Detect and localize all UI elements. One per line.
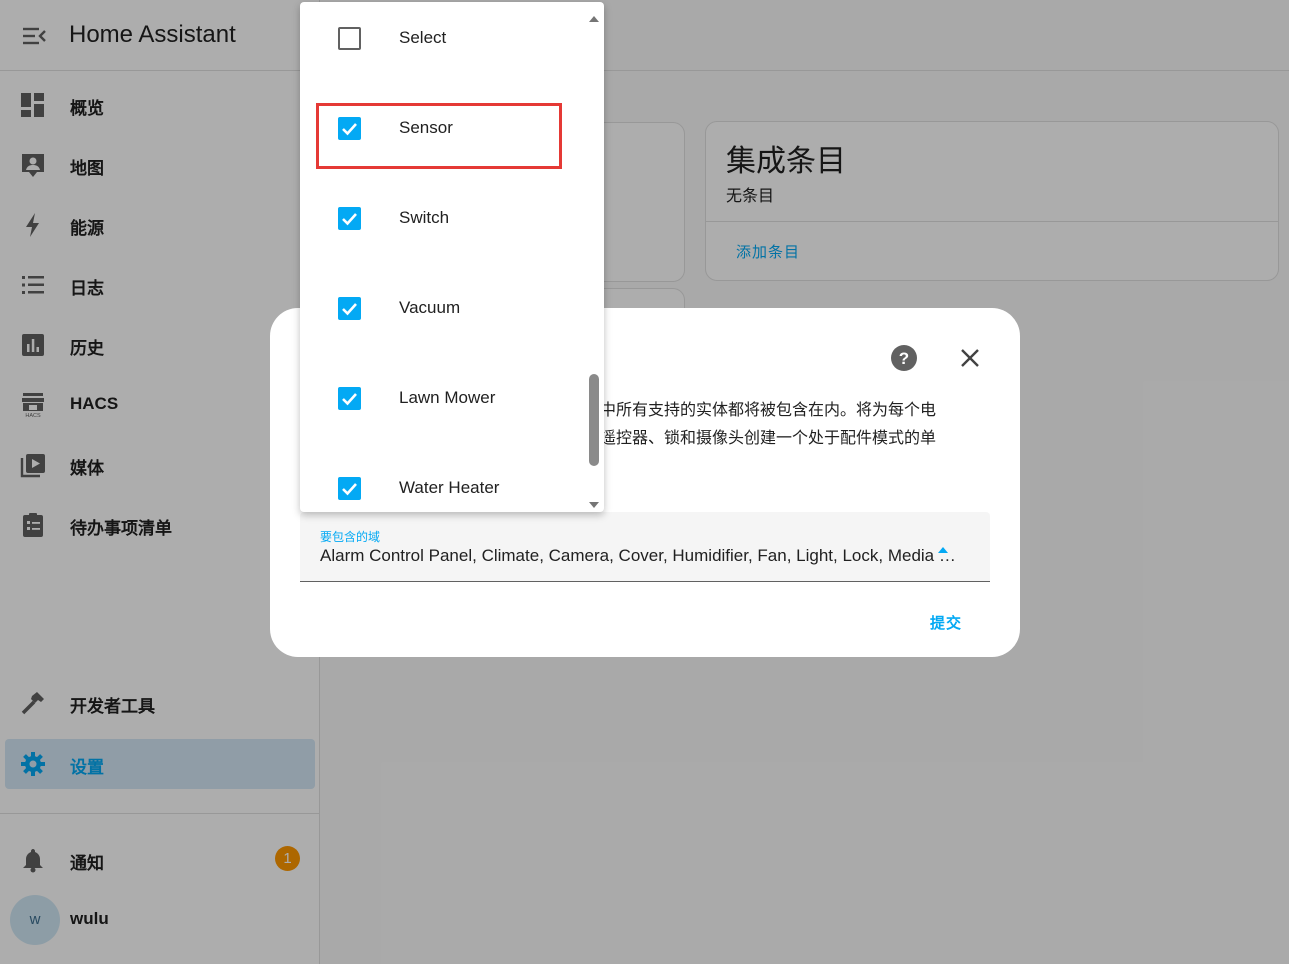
field-label: 要包含的域 bbox=[320, 530, 381, 544]
menu-option-vacuum[interactable]: Vacuum bbox=[300, 268, 590, 358]
checkbox-checked[interactable] bbox=[338, 207, 361, 230]
menu-option-select[interactable]: Select bbox=[300, 2, 590, 88]
menu-option-water-heater[interactable]: Water Heater bbox=[300, 448, 590, 512]
dropdown-caret-up-icon[interactable] bbox=[937, 542, 949, 553]
highlight-box bbox=[316, 103, 562, 169]
dialog-description: 中所有支持的实体都将被包含在内。将为每个电 遥控器、锁和摄像头创建一个处于配件模… bbox=[600, 397, 1000, 453]
scroll-down-arrow-icon[interactable] bbox=[588, 496, 600, 508]
help-icon[interactable]: ? bbox=[890, 344, 918, 372]
checkbox-checked[interactable] bbox=[338, 387, 361, 410]
option-label: Vacuum bbox=[399, 298, 461, 317]
menu-option-lawn-mower[interactable]: Lawn Mower bbox=[300, 358, 590, 448]
submit-button[interactable]: 提交 bbox=[930, 612, 962, 633]
checkbox-checked[interactable] bbox=[338, 477, 361, 500]
field-value: Alarm Control Panel, Climate, Camera, Co… bbox=[320, 546, 965, 565]
option-label: Lawn Mower bbox=[399, 388, 496, 407]
description-line: 遥控器、锁和摄像头创建一个处于配件模式的单 bbox=[600, 430, 937, 447]
close-icon[interactable] bbox=[956, 344, 984, 372]
scroll-up-arrow-icon[interactable] bbox=[588, 10, 600, 22]
menu-option-switch[interactable]: Switch bbox=[300, 178, 590, 268]
description-line: 中所有支持的实体都将被包含在内。将为每个电 bbox=[600, 402, 937, 419]
checkbox-checked[interactable] bbox=[338, 297, 361, 320]
scrollbar-thumb[interactable] bbox=[589, 374, 599, 466]
option-label: Select bbox=[399, 28, 447, 47]
option-label: Water Heater bbox=[399, 478, 500, 497]
svg-text:?: ? bbox=[899, 349, 909, 368]
option-label: Switch bbox=[399, 208, 450, 227]
checkbox[interactable] bbox=[338, 27, 361, 50]
domain-options-menu: Select Sensor Switch Vacuum Lawn Mower W… bbox=[300, 2, 604, 512]
domains-select-field[interactable]: 要包含的域 Alarm Control Panel, Climate, Came… bbox=[300, 512, 990, 582]
